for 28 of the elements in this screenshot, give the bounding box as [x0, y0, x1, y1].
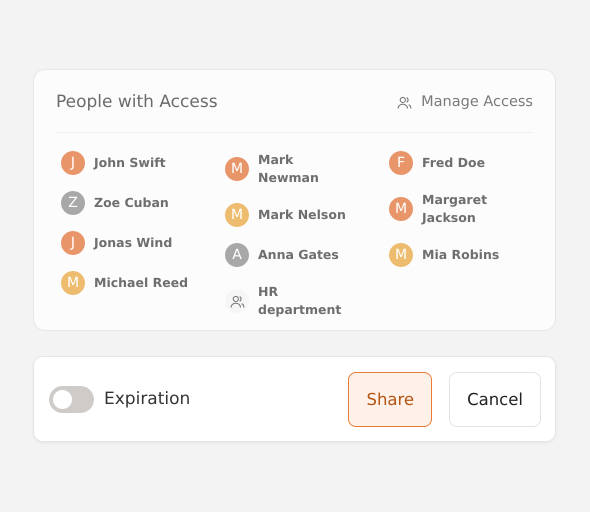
person-name: John Swift [94, 154, 167, 172]
avatar: Z [61, 191, 85, 215]
avatar: A [225, 243, 249, 267]
avatar: J [61, 231, 85, 255]
person-name: HR department [258, 283, 342, 319]
expiration-label: Expiration [104, 389, 190, 409]
avatar: M [389, 243, 413, 267]
person-name: Mark Nelson [258, 206, 347, 224]
avatar: M [225, 203, 249, 227]
cancel-button[interactable]: Cancel [449, 372, 541, 426]
avatar: M [389, 197, 413, 221]
avatar: F [389, 151, 413, 175]
avatar: M [61, 271, 85, 295]
card-title: People with Access [56, 92, 218, 112]
group-icon [225, 289, 249, 313]
person-name: Fred Doe [422, 154, 486, 172]
person-name: Margaret Jackson [422, 191, 488, 227]
expiration-toggle[interactable] [49, 386, 94, 412]
person-name: Jonas Wind [94, 234, 174, 252]
avatar: J [61, 151, 85, 175]
avatar: M [225, 157, 249, 181]
share-button[interactable]: Share [348, 372, 432, 426]
person-name: Zoe Cuban [94, 194, 170, 212]
person-name: Mark Newman [258, 151, 320, 187]
person-name: Anna Gates [258, 246, 340, 264]
person-name: Mia Robins [422, 246, 500, 264]
manage-access-link[interactable]: Manage Access [396, 94, 533, 110]
person-name: Michael Reed [94, 274, 190, 292]
